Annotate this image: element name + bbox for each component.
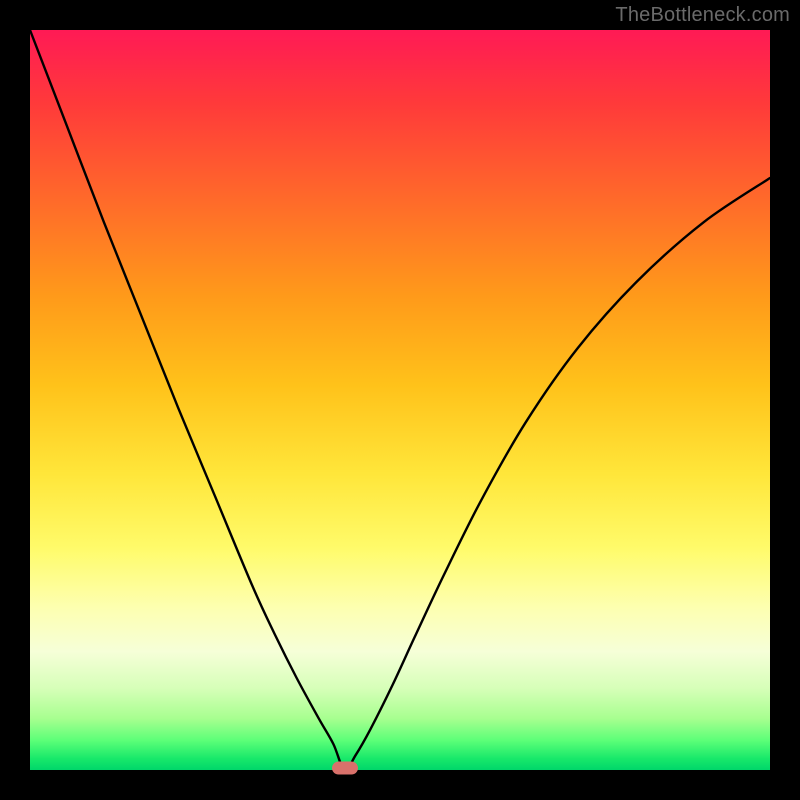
watermark-text: TheBottleneck.com xyxy=(615,4,790,27)
chart-frame: TheBottleneck.com xyxy=(0,0,800,800)
bottleneck-curve xyxy=(30,30,770,770)
plot-area xyxy=(30,30,770,770)
minimum-marker xyxy=(332,762,358,775)
